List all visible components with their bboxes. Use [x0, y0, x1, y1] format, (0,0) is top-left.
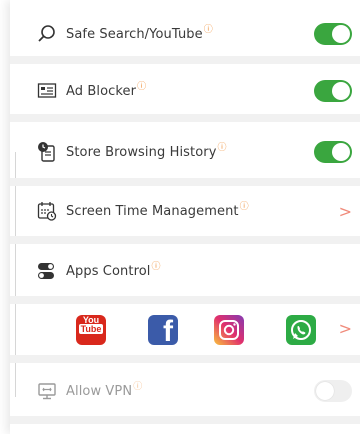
browsing-history-toggle[interactable] — [314, 141, 352, 163]
row-separator — [10, 236, 360, 244]
row-separator — [10, 416, 360, 424]
vpn-icon — [36, 380, 58, 402]
row-ad-blocker[interactable]: Ad Blocker ⓘ — [10, 68, 360, 114]
row-separator — [10, 114, 360, 122]
youtube-icon[interactable]: You Tube — [76, 315, 106, 345]
facebook-icon[interactable]: f — [148, 315, 178, 348]
row-separator — [10, 178, 360, 186]
ad-blocker-icon — [36, 80, 58, 102]
history-icon — [36, 141, 58, 163]
calendar-clock-icon — [36, 200, 58, 222]
row-label: Store Browsing History — [66, 144, 217, 160]
allow-vpn-toggle[interactable] — [314, 380, 352, 402]
row-apps-control[interactable]: Apps Control ⓘ — [10, 248, 360, 294]
search-icon — [36, 23, 58, 45]
row-separator — [10, 56, 360, 64]
chevron-right-icon[interactable]: > — [339, 202, 352, 221]
info-icon[interactable]: ⓘ — [218, 140, 227, 153]
instagram-icon[interactable] — [214, 315, 244, 345]
info-icon[interactable]: ⓘ — [240, 199, 249, 212]
row-allow-vpn[interactable]: Allow VPN ⓘ — [10, 366, 360, 416]
chevron-right-icon[interactable]: > — [339, 319, 352, 338]
row-separator — [10, 355, 360, 363]
info-icon[interactable]: ⓘ — [204, 22, 213, 35]
info-icon[interactable]: ⓘ — [152, 259, 161, 272]
ad-blocker-toggle[interactable] — [314, 80, 352, 102]
row-label: Screen Time Management — [66, 203, 239, 219]
row-separator — [10, 296, 360, 304]
row-screen-time[interactable]: Screen Time Management ⓘ > — [10, 188, 360, 234]
row-label: Allow VPN — [66, 383, 133, 399]
info-icon[interactable]: ⓘ — [133, 379, 142, 392]
app-icons-row[interactable]: You Tube f > — [10, 305, 360, 355]
row-browsing-history[interactable]: Store Browsing History ⓘ — [10, 128, 360, 176]
whatsapp-icon[interactable] — [286, 315, 316, 345]
row-label: Ad Blocker — [66, 83, 137, 99]
youtube-logo-text: You Tube — [78, 315, 104, 334]
toggles-icon — [36, 260, 58, 282]
safe-search-toggle[interactable] — [314, 23, 352, 45]
info-icon[interactable]: ⓘ — [137, 79, 146, 92]
row-label: Safe Search/YouTube — [66, 26, 203, 42]
row-safe-search[interactable]: Safe Search/YouTube ⓘ — [10, 12, 360, 56]
row-label: Apps Control — [66, 263, 151, 279]
